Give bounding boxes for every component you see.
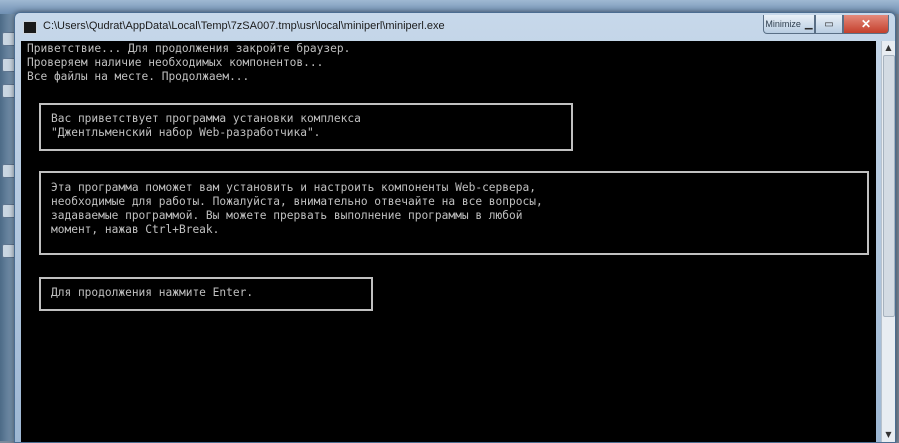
close-x-icon: ✕	[860, 17, 872, 31]
welcome-box: Вас приветствует программа установки ком…	[39, 103, 573, 151]
scroll-down-icon[interactable]: ▼	[882, 428, 895, 442]
prompt-line: Для продолжения нажмите Enter.	[51, 286, 254, 299]
minimize-icon: ▁	[804, 18, 813, 30]
window-title: C:\Users\Qudrat\AppData\Local\Temp\7zSA0…	[43, 20, 445, 32]
console-line: Все файлы на месте. Продолжаем...	[27, 70, 250, 83]
welcome-line: Вас приветствует программа установки ком…	[51, 112, 361, 125]
console-line: Проверяем наличие необходимых компоненто…	[27, 56, 324, 69]
scroll-up-icon[interactable]: ▲	[882, 41, 895, 55]
console-output[interactable]: Приветствие... Для продолжения закройте …	[21, 41, 876, 442]
info-line: задаваемые программой. Вы можете прерват…	[51, 209, 523, 222]
prompt-box: Для продолжения нажмите Enter.	[39, 277, 373, 311]
info-box: Эта программа поможет вам установить и н…	[39, 171, 869, 255]
window-controls: Minimize ▁ ▭ ✕	[763, 15, 889, 34]
console-line: Приветствие... Для продолжения закройте …	[27, 42, 351, 55]
console-window: C:\Users\Qudrat\AppData\Local\Temp\7zSA0…	[14, 12, 896, 443]
scroll-thumb[interactable]	[883, 55, 895, 317]
welcome-line: "Джентльменский набор Web-разработчика".	[51, 126, 321, 139]
vertical-scrollbar[interactable]: ▲ ▼	[881, 41, 895, 442]
minimize-button[interactable]: Minimize ▁	[763, 15, 815, 34]
close-button[interactable]: ✕	[843, 15, 889, 34]
maximize-icon: ▭	[824, 18, 834, 30]
info-line: необходимые для работы. Пожалуйста, вним…	[51, 195, 543, 208]
console-icon[interactable]	[23, 21, 37, 34]
info-line: Эта программа поможет вам установить и н…	[51, 181, 536, 194]
window-titlebar[interactable]: C:\Users\Qudrat\AppData\Local\Temp\7zSA0…	[15, 13, 895, 41]
maximize-button[interactable]: ▭	[815, 15, 843, 34]
info-line: момент, нажав Ctrl+Break.	[51, 223, 220, 236]
minimize-label: Minimize	[765, 19, 801, 29]
